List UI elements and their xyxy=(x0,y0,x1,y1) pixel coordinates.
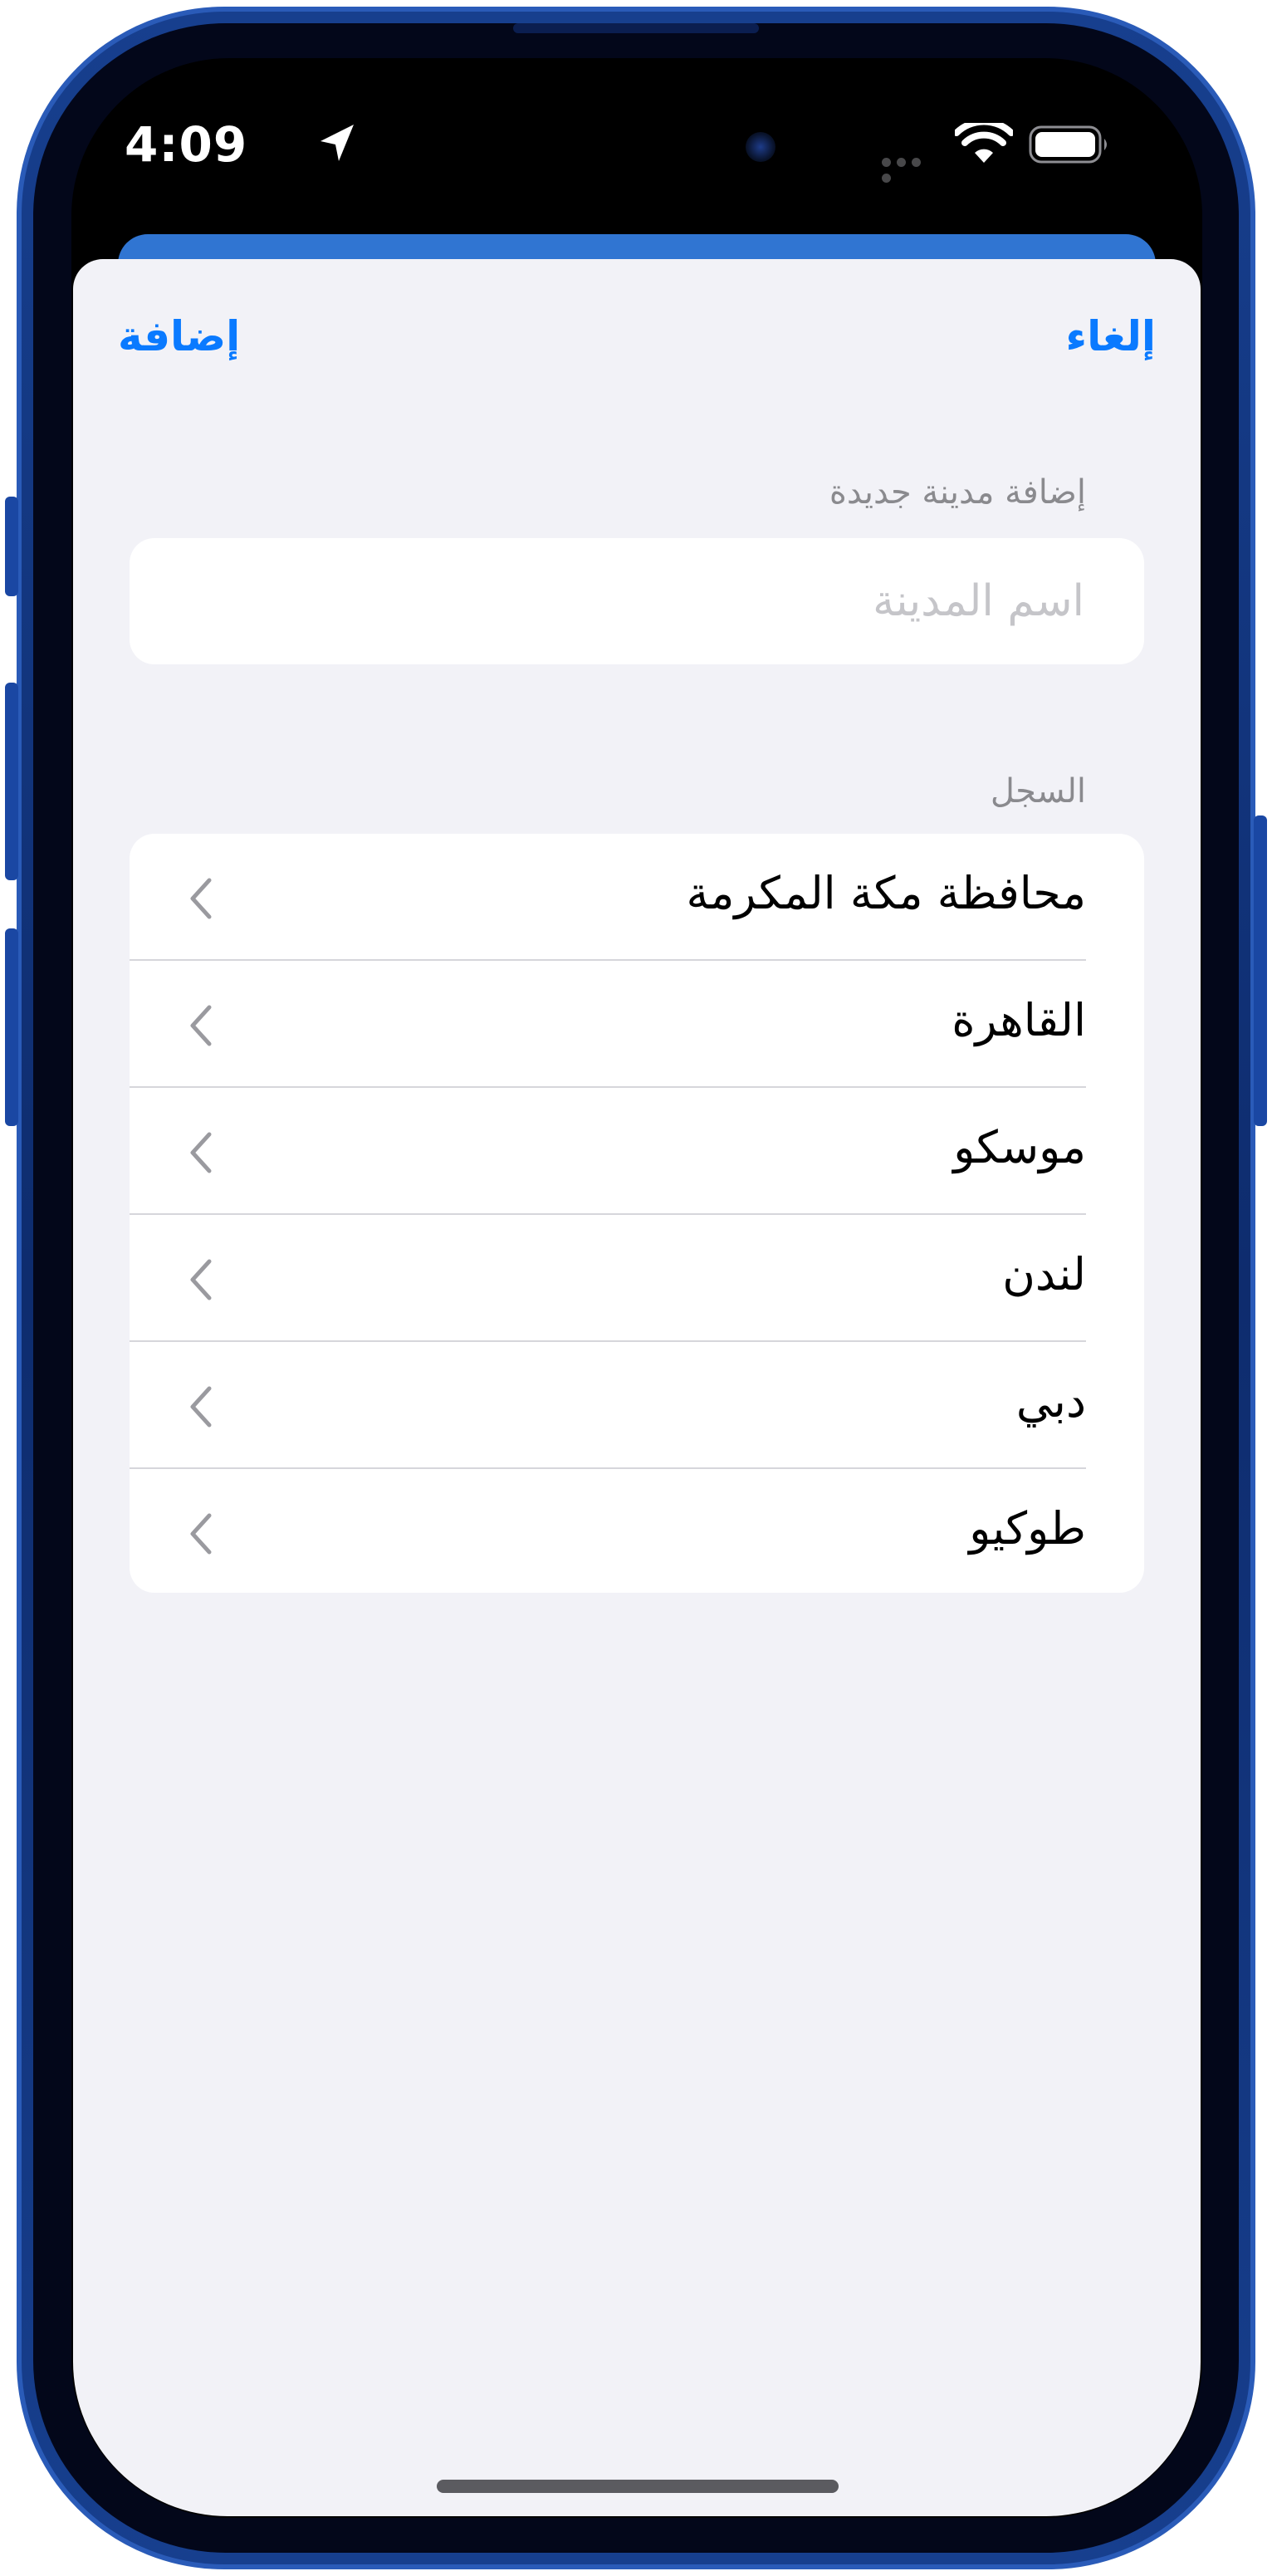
history-list: محافظة مكة المكرمة القاهرة موسكو لندن دب… xyxy=(130,834,1144,1593)
volume-up-button xyxy=(5,683,18,880)
earpiece-speaker xyxy=(513,23,759,33)
home-indicator[interactable] xyxy=(437,2480,839,2493)
cancel-button[interactable]: إلغاء xyxy=(1066,312,1156,360)
chevron-left-icon xyxy=(190,1259,212,1300)
chevron-left-icon xyxy=(190,878,212,919)
city-name-input[interactable] xyxy=(130,538,1144,664)
history-item-label: محافظة مكة المكرمة xyxy=(686,867,1087,919)
status-time: 4:09 xyxy=(125,116,248,173)
volume-down-button xyxy=(5,928,18,1126)
history-section-header: السجل xyxy=(990,772,1086,811)
power-button xyxy=(1254,815,1267,1126)
history-item-label: طوكيو xyxy=(969,1502,1086,1555)
wifi-icon xyxy=(955,123,1013,163)
new-city-section-header: إضافة مدينة جديدة xyxy=(829,473,1086,512)
history-item[interactable]: طوكيو xyxy=(130,1469,1144,1593)
history-item-label: لندن xyxy=(1002,1248,1086,1300)
front-camera xyxy=(746,132,775,162)
history-item[interactable]: القاهرة xyxy=(130,961,1144,1088)
history-item[interactable]: محافظة مكة المكرمة xyxy=(130,834,1144,961)
history-item-label: دبي xyxy=(1015,1375,1086,1428)
action-button xyxy=(5,497,18,596)
chevron-left-icon xyxy=(190,1005,212,1046)
signal-dots-icon xyxy=(882,154,940,183)
add-button[interactable]: إضافة xyxy=(118,312,240,360)
chevron-left-icon xyxy=(190,1132,212,1173)
history-item-label: القاهرة xyxy=(952,994,1086,1046)
history-item[interactable]: لندن xyxy=(130,1215,1144,1342)
history-item-label: موسكو xyxy=(953,1121,1086,1173)
battery-icon xyxy=(1029,125,1107,164)
chevron-left-icon xyxy=(190,1386,212,1428)
history-item[interactable]: دبي xyxy=(130,1342,1144,1469)
history-item[interactable]: موسكو xyxy=(130,1088,1144,1215)
location-arrow-icon xyxy=(320,125,354,161)
chevron-left-icon xyxy=(190,1513,212,1555)
